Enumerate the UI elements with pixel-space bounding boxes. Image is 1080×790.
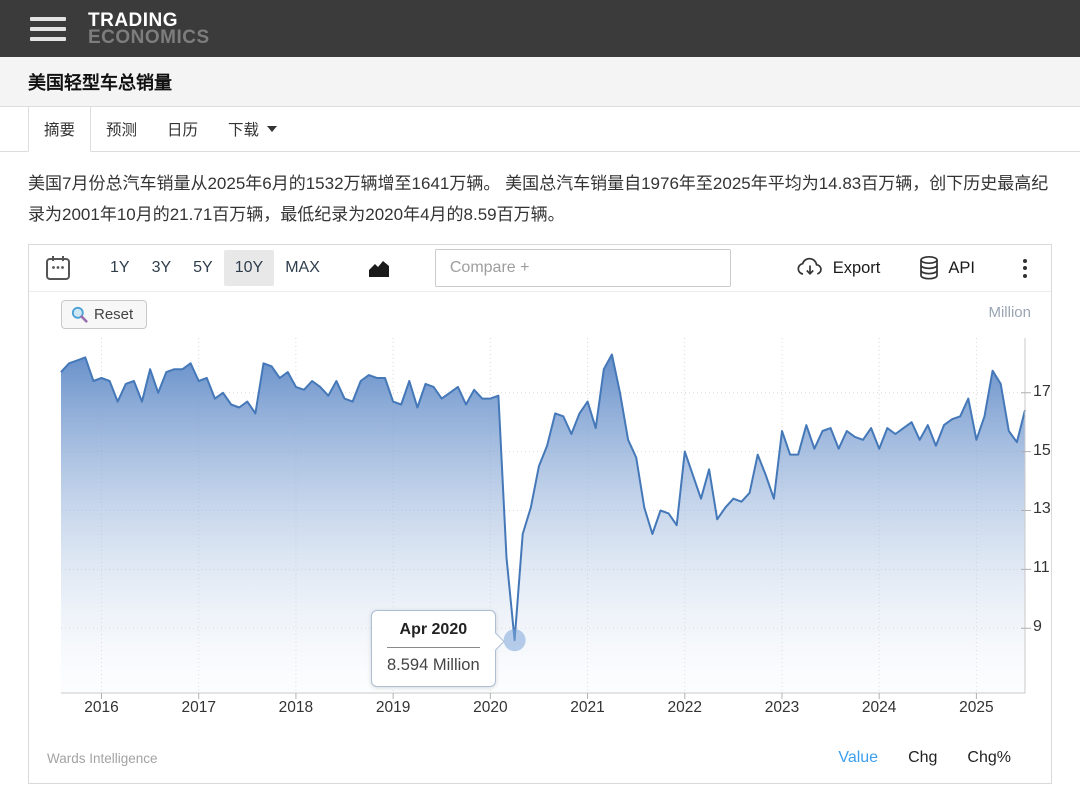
chevron-down-icon — [267, 126, 278, 132]
area-chart-icon — [368, 261, 389, 277]
tab-预测[interactable]: 预测 — [91, 107, 152, 151]
toolbar-right-group: Export API — [795, 253, 1039, 284]
x-axis-label-2022: 2022 — [667, 699, 702, 716]
chart-toolbar: 1Y3Y5Y10YMAX Export — [29, 245, 1051, 292]
summary-text: 美国7月份总汽车销量从2025年6月的1532万辆增至1641万辆。 美国总汽车… — [28, 174, 1049, 224]
export-button[interactable]: Export — [795, 256, 881, 280]
value-mode-switcher: Value Chg Chg% — [838, 749, 1033, 767]
x-axis-label-2016: 2016 — [84, 699, 119, 716]
y-axis-label-13: 13 — [1033, 500, 1051, 518]
y-axis-label-9: 9 — [1033, 618, 1042, 636]
page-title: 美国轻型车总销量 — [28, 72, 172, 93]
calendar-icon — [46, 256, 70, 280]
api-label: API — [948, 258, 975, 277]
mode-link-chg-pct[interactable]: Chg% — [967, 749, 1011, 767]
area-fill — [61, 354, 1025, 693]
export-label: Export — [832, 258, 881, 277]
x-axis-label-2018: 2018 — [278, 699, 314, 716]
chart-type-button[interactable] — [363, 253, 395, 283]
tab-日历[interactable]: 日历 — [152, 107, 213, 151]
chart-tooltip: Apr 2020 8.594 Million — [371, 610, 505, 687]
tab-label: 日历 — [167, 122, 199, 139]
brand-line-1: TRADING — [88, 9, 179, 31]
tooltip-date: Apr 2020 — [387, 621, 480, 648]
x-axis-label-2021: 2021 — [570, 699, 605, 716]
range-button-max[interactable]: MAX — [274, 250, 331, 286]
range-button-5y[interactable]: 5Y — [182, 250, 224, 286]
range-button-10y[interactable]: 10Y — [223, 250, 275, 286]
tab-label: 下载 — [228, 122, 260, 139]
y-axis-label-11: 11 — [1033, 559, 1050, 577]
brand-logo[interactable]: TRADING ECONOMICS — [88, 9, 210, 48]
range-selector: 1Y 3Y 5Y 10Y MAX — [99, 250, 331, 286]
mode-link-chg[interactable]: Chg — [908, 749, 937, 767]
tab-label: 摘要 — [44, 122, 76, 139]
chart-widget: 1Y3Y5Y10YMAX Export — [28, 244, 1052, 784]
x-axis-label-2020: 2020 — [473, 699, 508, 716]
x-axis-label-2025: 2025 — [959, 699, 994, 716]
x-axis-label-2023: 2023 — [764, 699, 800, 716]
y-axis-label-15: 15 — [1033, 441, 1051, 459]
mode-link-value[interactable]: Value — [838, 749, 878, 767]
chart-region: Reset Million Apr 2020 8.594 Million 17 1… — [29, 292, 1051, 736]
sales-area-chart[interactable] — [60, 338, 1031, 700]
unit-label: Million — [988, 304, 1031, 321]
x-axis-label-2019: 2019 — [375, 699, 411, 716]
cloud-download-icon — [797, 257, 822, 276]
x-axis-label-2017: 2017 — [181, 699, 216, 716]
tab-label: 预测 — [106, 122, 138, 139]
range-button-1y[interactable]: 1Y — [99, 250, 141, 286]
calendar-button[interactable] — [41, 250, 75, 286]
hamburger-menu-icon[interactable] — [30, 16, 66, 41]
tab-bar: 摘要 预测 日历 下载 — [0, 107, 1080, 152]
api-button[interactable]: API — [918, 255, 975, 281]
data-source: Wards Intelligence — [47, 750, 158, 766]
app-header: TRADING ECONOMICS — [0, 0, 1080, 57]
compare-input[interactable] — [434, 249, 731, 287]
reset-zoom-button[interactable]: Reset — [61, 300, 148, 329]
tooltip-value: 8.594 Million — [387, 656, 480, 674]
kebab-menu-icon[interactable] — [1013, 253, 1037, 284]
reset-label: Reset — [94, 306, 134, 323]
x-axis-label-2024: 2024 — [861, 699, 897, 716]
title-bar: 美国轻型车总销量 — [0, 57, 1080, 107]
magnifier-icon — [71, 306, 88, 323]
database-icon — [920, 255, 939, 280]
widget-footer: Wards Intelligence Value Chg Chg% — [29, 736, 1051, 783]
range-button-3y[interactable]: 3Y — [141, 250, 183, 286]
y-axis-label-17: 17 — [1033, 382, 1051, 400]
tab-摘要[interactable]: 摘要 — [28, 107, 92, 152]
highlight-marker[interactable] — [503, 629, 526, 652]
brand-line-2: ECONOMICS — [88, 26, 210, 48]
tab-下载[interactable]: 下载 — [213, 107, 292, 151]
